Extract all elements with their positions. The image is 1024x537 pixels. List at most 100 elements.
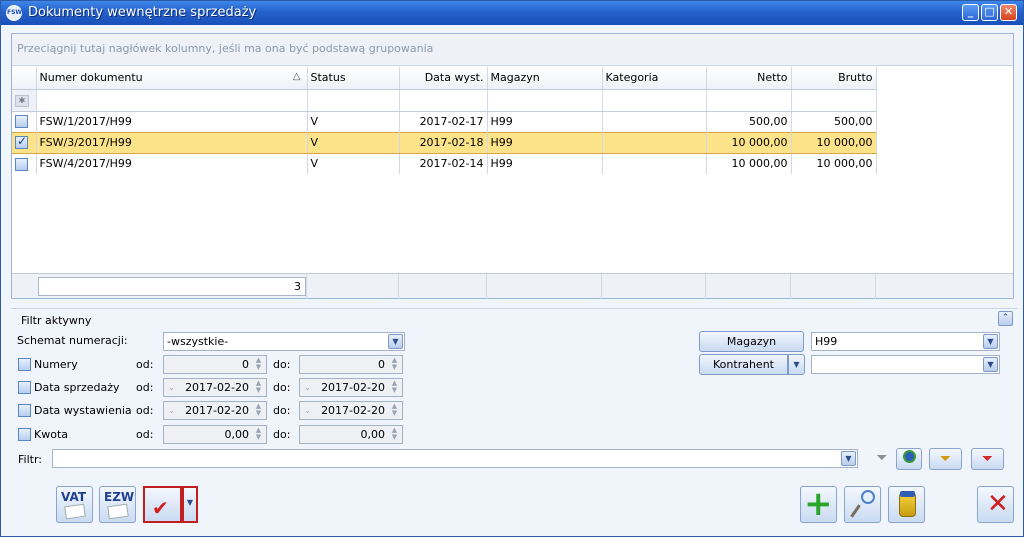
table-row-selected[interactable]: FSW/3/2017/H99 V 2017-02-18 H99 10 000,0… xyxy=(12,131,1013,154)
kwota-do-input[interactable]: 0,00 ▲ ▼ xyxy=(299,425,403,444)
header-magazyn[interactable]: Magazyn xyxy=(487,67,603,90)
header-status[interactable]: Status xyxy=(307,67,400,90)
header-data-wyst[interactable]: Data wyst. xyxy=(399,67,488,90)
pin-icon[interactable]: ✱ xyxy=(15,95,29,107)
filter-refresh-icon xyxy=(902,450,916,463)
do-label: do: xyxy=(273,381,291,394)
filter-section-title: Filtr aktywny xyxy=(21,314,92,327)
cell-netto: 10 000,00 xyxy=(706,131,792,154)
spin-icon[interactable]: ▲ ▼ xyxy=(252,380,265,395)
cell-netto: 10 000,00 xyxy=(706,153,792,174)
data-sprzedazy-checkbox[interactable] xyxy=(18,381,31,394)
wystawienie-do-input[interactable]: ⌄ 2017-02-20 ▲ ▼ xyxy=(299,401,403,420)
ezw-button[interactable]: EZW xyxy=(99,486,136,523)
spin-icon[interactable]: ▲ ▼ xyxy=(252,427,265,442)
magnifier-icon xyxy=(861,490,875,504)
numery-od-input[interactable]: 0 ▲ ▼ xyxy=(163,355,267,374)
approve-button[interactable]: ✔ xyxy=(143,486,182,523)
filter-cell-status[interactable] xyxy=(307,89,400,112)
table-row[interactable]: FSW/4/2017/H99 V 2017-02-14 H99 10 000,0… xyxy=(12,153,1013,174)
numery-checkbox[interactable] xyxy=(18,358,31,371)
filtr-input[interactable]: ▼ xyxy=(52,449,858,468)
spin-icon[interactable]: ▲ ▼ xyxy=(252,357,265,372)
filter-row-icon-cell[interactable]: ✱ xyxy=(12,89,37,112)
maximize-button[interactable]: □ xyxy=(981,4,998,21)
cell-status: V xyxy=(307,131,400,154)
header-netto[interactable]: Netto xyxy=(706,67,792,90)
kwota-od-input[interactable]: 0,00 ▲ ▼ xyxy=(163,425,267,444)
cell-kategoria xyxy=(602,153,707,174)
magazyn-value: H99 xyxy=(815,335,838,348)
od-label: od: xyxy=(136,358,154,371)
close-icon: ✕ xyxy=(987,489,1009,519)
delete-button[interactable] xyxy=(888,486,925,523)
kontrahent-dropdown-button[interactable]: ▼ xyxy=(788,354,805,375)
filter-apply-button[interactable] xyxy=(896,448,922,470)
spin-icon[interactable]: ▲ ▼ xyxy=(388,427,401,442)
kwota-checkbox[interactable] xyxy=(18,428,31,441)
filter-cell-netto[interactable] xyxy=(706,89,792,112)
kontrahent-select[interactable]: ▼ xyxy=(811,355,1000,374)
header-numer-dokumentu[interactable]: Numer dokumentu △ xyxy=(36,67,308,90)
spin-icon[interactable]: ▲ ▼ xyxy=(388,357,401,372)
chevron-down-icon[interactable]: ⌄ xyxy=(165,403,178,418)
do-label: do: xyxy=(273,404,291,417)
collapse-filter-button[interactable]: ⌃ xyxy=(998,311,1013,326)
header-kategoria[interactable]: Kategoria xyxy=(602,67,707,90)
kontrahent-button[interactable]: Kontrahent xyxy=(699,354,788,375)
wystawienie-od-input[interactable]: ⌄ 2017-02-20 ▲ ▼ xyxy=(163,401,267,420)
spin-icon[interactable]: ▲ ▼ xyxy=(252,403,265,418)
filter-cell-data[interactable] xyxy=(399,89,488,112)
header-brutto[interactable]: Brutto xyxy=(791,67,877,90)
chevron-down-icon[interactable]: ⌄ xyxy=(301,380,314,395)
preview-button[interactable] xyxy=(844,486,881,523)
header-empty xyxy=(876,67,1013,89)
title-bar[interactable]: FSW Dokumenty wewnętrzne sprzedaży _ □ ✕ xyxy=(1,1,1023,25)
numery-do-value: 0 xyxy=(378,358,385,371)
filter-clear-button[interactable]: ⏷ xyxy=(971,448,1004,470)
vat-button[interactable]: VAT xyxy=(56,486,93,523)
od-label: od: xyxy=(136,404,154,417)
chevron-down-icon[interactable]: ▼ xyxy=(983,357,998,372)
chevron-down-icon[interactable]: ▼ xyxy=(841,451,856,466)
wystawienie-od-value: 2017-02-20 xyxy=(185,404,249,417)
filter-edit-button[interactable]: ⏷ xyxy=(929,448,962,470)
magazyn-select[interactable]: H99 ▼ xyxy=(811,332,1000,351)
row-checkbox[interactable] xyxy=(15,157,28,171)
checkmark-icon: ✔ xyxy=(152,496,169,520)
spin-icon[interactable]: ▲ ▼ xyxy=(388,403,401,418)
chevron-down-icon[interactable]: ▼ xyxy=(388,334,403,349)
spin-icon[interactable]: ▲ ▼ xyxy=(388,380,401,395)
filter-cell-magazyn[interactable] xyxy=(487,89,603,112)
cell-empty xyxy=(876,111,1013,132)
filter-cell-brutto[interactable] xyxy=(791,89,877,112)
filter-cell-numer[interactable] xyxy=(36,89,308,112)
chevron-down-icon[interactable]: ⌄ xyxy=(165,380,178,395)
ezw-label: EZW xyxy=(104,490,135,504)
table-row[interactable]: FSW/1/2017/H99 V 2017-02-17 H99 500,00 5… xyxy=(12,111,1013,132)
sprzedaz-do-input[interactable]: ⌄ 2017-02-20 ▲ ▼ xyxy=(299,378,403,397)
chevron-down-icon[interactable]: ▼ xyxy=(983,334,998,349)
magazyn-button[interactable]: Magazyn xyxy=(699,331,804,352)
row-checkbox[interactable] xyxy=(15,134,28,150)
close-button[interactable]: ✕ xyxy=(977,486,1014,523)
numery-do-input[interactable]: 0 ▲ ▼ xyxy=(299,355,403,374)
sprzedaz-od-input[interactable]: ⌄ 2017-02-20 ▲ ▼ xyxy=(163,378,267,397)
approve-dropdown-button[interactable]: ▼ xyxy=(182,486,198,523)
minimize-button[interactable]: _ xyxy=(962,4,979,21)
cell-netto: 500,00 xyxy=(706,111,792,132)
chevron-down-icon: ▼ xyxy=(186,498,194,507)
add-button[interactable]: + xyxy=(800,485,837,523)
group-by-area[interactable]: Przeciągnij tutaj nagłówek kolumny, jeśl… xyxy=(12,34,1013,66)
chevron-down-icon[interactable]: ⌄ xyxy=(301,403,314,418)
row-checkbox[interactable] xyxy=(15,115,28,129)
funnel-icon[interactable]: ⏷ xyxy=(867,450,897,470)
schemat-select[interactable]: -wszystkie- ▼ xyxy=(163,332,405,351)
sprzedaz-do-value: 2017-02-20 xyxy=(321,381,385,394)
cell-numer: FSW/1/2017/H99 xyxy=(36,111,308,132)
close-window-button[interactable]: ✕ xyxy=(1000,4,1017,21)
data-wystawienia-label: Data wystawienia xyxy=(34,404,132,417)
data-wystawienia-checkbox[interactable] xyxy=(18,404,31,417)
filter-cell-kategoria[interactable] xyxy=(602,89,707,112)
cell-magazyn: H99 xyxy=(487,153,603,174)
